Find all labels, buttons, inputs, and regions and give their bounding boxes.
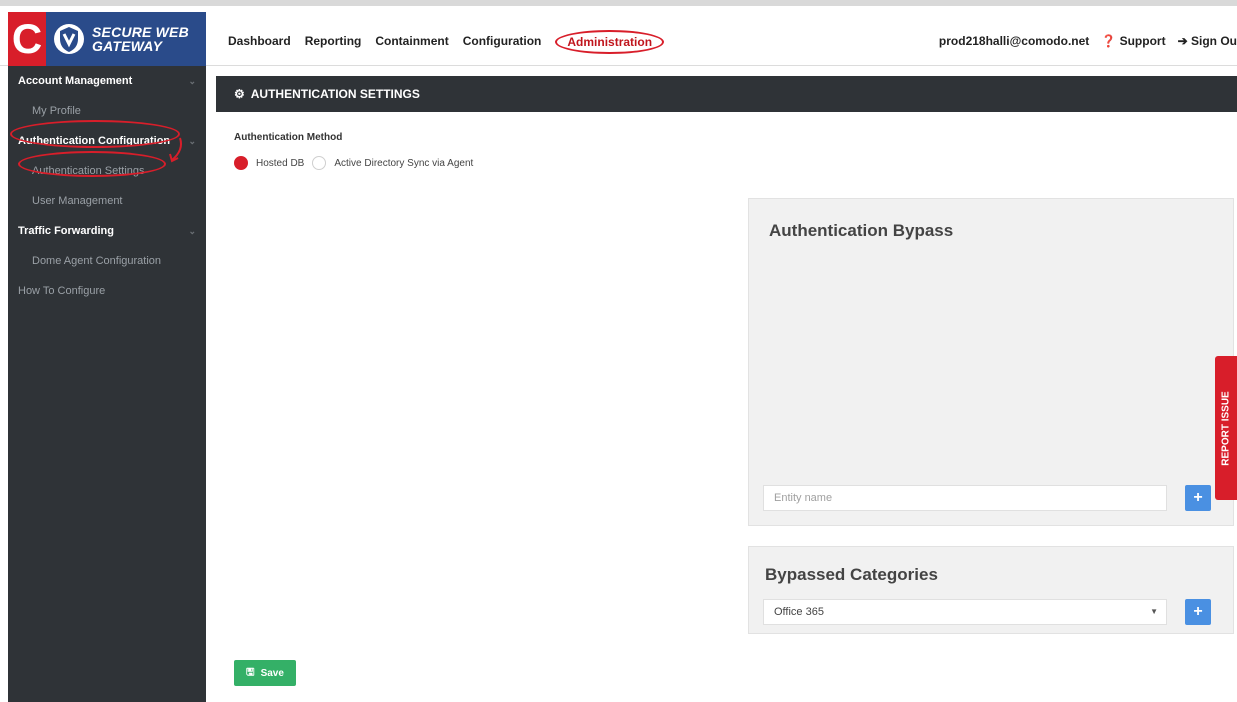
report-issue-label: REPORT ISSUE [1220,390,1232,466]
support-label: Support [1119,34,1166,48]
brand-line1: SECURE WEB [92,24,189,40]
card-title: Authentication Bypass [769,221,954,240]
main-nav: Dashboard Reporting Containment Configur… [228,30,665,58]
user-area: prod218halli@comodo.net ❓ Support ➔ Sign… [939,34,1237,48]
brand-line2: GATEWAY [92,38,163,54]
panel-header: ⚙ AUTHENTICATION SETTINGS [216,76,1237,112]
sidebar-item-label: My Profile [32,105,81,117]
help-icon: ❓ [1101,34,1117,48]
topbar: C SECURE WEB GATEWAY Dashboard Reporting… [0,0,1237,66]
sidebar-item-user-management[interactable]: User Management [8,186,206,216]
nav-administration[interactable]: Administration [555,30,665,54]
radio-hosted-db[interactable] [234,156,248,170]
signout-icon: ➔ [1177,34,1188,48]
nav-dashboard[interactable]: Dashboard [228,34,291,58]
radio-label[interactable]: Active Directory Sync via Agent [334,158,473,169]
add-entity-button[interactable]: + [1185,485,1211,511]
brand-name: SECURE WEB GATEWAY [92,25,189,53]
sidebar-section-label: Authentication Configuration [18,135,171,147]
sidebar-item-label: Dome Agent Configuration [32,255,162,267]
sidebar-traffic-forwarding[interactable]: Traffic Forwarding ⌄ [8,216,206,246]
sidebar-item-dome-agent-configuration[interactable]: Dome Agent Configuration [8,246,206,276]
sidebar-section-label: Account Management [18,75,133,87]
support-link[interactable]: ❓ Support [1101,34,1165,48]
add-category-button[interactable]: + [1185,599,1211,625]
save-icon: 🖫 [246,666,255,678]
radio-label[interactable]: Hosted DB [256,158,304,169]
radio-active-directory[interactable] [312,156,327,170]
sidebar-item-how-to-configure[interactable]: How To Configure [8,276,206,306]
signout-link[interactable]: ➔ Sign Ou [1178,34,1237,48]
panel-title: AUTHENTICATION SETTINGS [250,87,420,101]
category-select[interactable]: Office 365 ▼ [763,599,1167,625]
chevron-down-icon: ⌄ [188,226,196,236]
bypassed-categories-card: Bypassed Categories Office 365 ▼ + [748,546,1234,634]
user-email[interactable]: prod218halli@comodo.net [939,34,1089,48]
auth-method-label: Authentication Method [234,132,343,143]
card-title: Bypassed Categories [765,565,938,584]
app-root: C SECURE WEB GATEWAY Dashboard Reporting… [0,0,1237,702]
brand-logo[interactable]: C SECURE WEB GATEWAY [8,12,206,66]
signout-label: Sign Ou [1191,34,1237,48]
sidebar-account-management[interactable]: Account Management ⌄ [8,66,206,96]
chevron-down-icon: ⌄ [188,76,196,86]
nav-containment[interactable]: Containment [375,34,448,58]
sidebar-item-label: How To Configure [18,285,106,297]
nav-configuration[interactable]: Configuration [463,34,542,58]
sidebar-item-my-profile[interactable]: My Profile [8,96,206,126]
sidebar-item-label: User Management [32,195,123,207]
shield-icon [54,24,84,54]
authentication-bypass-card: Authentication Bypass Entity name + [748,198,1234,526]
sidebar-item-label: Authentication Settings [32,165,145,177]
chevron-down-icon: ⌄ [188,136,196,146]
save-label: Save [260,667,284,679]
brand-letter: C [8,12,46,66]
auth-method-radios: Hosted DB Active Directory Sync via Agen… [234,156,473,170]
sidebar: Account Management ⌄ My Profile Authenti… [8,66,206,702]
main-content: ⚙ AUTHENTICATION SETTINGS Authentication… [216,66,1237,702]
category-select-value: Office 365 [774,606,824,618]
sidebar-section-label: Traffic Forwarding [18,225,114,237]
report-issue-tab[interactable]: REPORT ISSUE [1215,356,1237,500]
chevron-down-icon: ▼ [1150,607,1158,616]
save-button[interactable]: 🖫 Save [234,660,296,686]
entity-name-input[interactable]: Entity name [763,485,1167,511]
arrow-icon [169,137,182,163]
gear-icon: ⚙ [234,87,245,101]
nav-reporting[interactable]: Reporting [305,34,362,58]
